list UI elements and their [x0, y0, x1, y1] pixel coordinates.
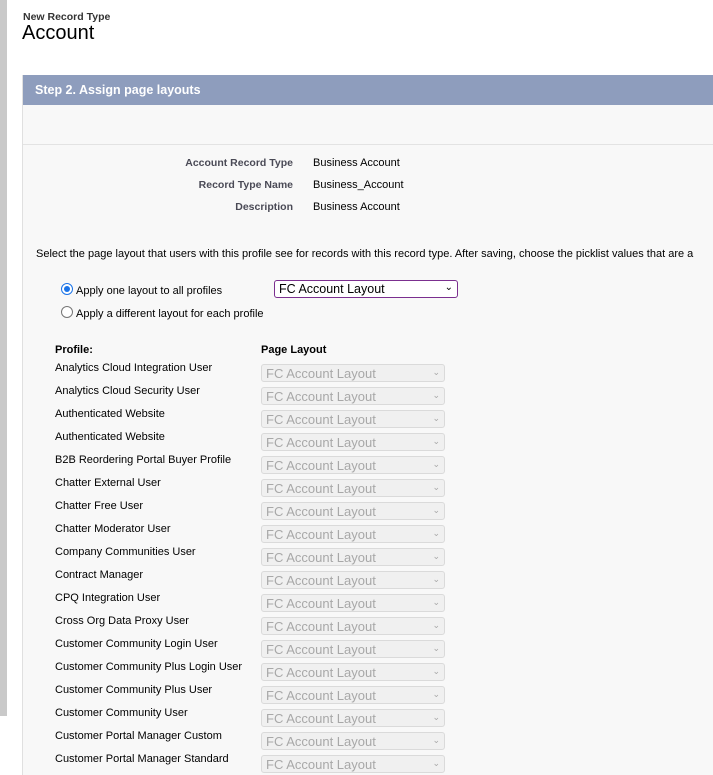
chevron-down-icon: ⌄: [444, 282, 453, 293]
info-label-record-type-name: Record Type Name: [198, 179, 293, 191]
profile-layout-select[interactable]: FC Account Layout ⌄: [261, 732, 445, 750]
chevron-down-icon: ⌄: [432, 643, 440, 653]
chevron-down-icon: ⌄: [432, 367, 440, 377]
chevron-down-icon: ⌄: [432, 689, 440, 699]
profile-name: Chatter Free User: [55, 500, 144, 512]
chevron-down-icon: ⌄: [432, 482, 440, 492]
profile-layout-value: FC Account Layout: [266, 527, 376, 542]
profile-layout-value: FC Account Layout: [266, 504, 376, 519]
chevron-down-icon: ⌄: [432, 758, 440, 768]
profile-layout-value: FC Account Layout: [266, 412, 376, 427]
profile-layout-value: FC Account Layout: [266, 619, 376, 634]
profile-name: Authenticated Website: [55, 408, 165, 420]
chevron-down-icon: ⌄: [432, 459, 440, 469]
step-panel: Step 2. Assign page layouts Account Reco…: [22, 75, 713, 775]
profile-layout-select[interactable]: FC Account Layout ⌄: [261, 548, 445, 566]
profile-layout-value: FC Account Layout: [266, 366, 376, 381]
profile-layout-select[interactable]: FC Account Layout ⌄: [261, 571, 445, 589]
profile-column-header: Profile:: [55, 344, 93, 356]
profile-name: Customer Community Plus User: [55, 684, 213, 696]
profile-name: B2B Reordering Portal Buyer Profile: [55, 454, 232, 466]
info-value-description: Business Account: [313, 201, 400, 213]
chevron-down-icon: ⌄: [432, 620, 440, 630]
profile-layout-select[interactable]: FC Account Layout ⌄: [261, 709, 445, 727]
profile-layout-value: FC Account Layout: [266, 596, 376, 611]
profile-layout-value: FC Account Layout: [266, 458, 376, 473]
radio-different-layout[interactable]: [61, 306, 73, 318]
divider: [23, 144, 713, 145]
info-value-record-type: Business Account: [313, 157, 400, 169]
profile-layout-value: FC Account Layout: [266, 757, 376, 772]
profile-name: Customer Community Login User: [55, 638, 218, 650]
instructions-text: Select the page layout that users with t…: [36, 248, 694, 260]
radio-one-layout-label[interactable]: Apply one layout to all profiles: [76, 285, 222, 297]
chevron-down-icon: ⌄: [432, 436, 440, 446]
profile-layout-select[interactable]: FC Account Layout ⌄: [261, 502, 445, 520]
chevron-down-icon: ⌄: [432, 390, 440, 400]
profile-name: Authenticated Website: [55, 431, 165, 443]
profile-layout-select[interactable]: FC Account Layout ⌄: [261, 433, 445, 451]
radio-one-layout[interactable]: [61, 283, 73, 295]
chevron-down-icon: ⌄: [432, 528, 440, 538]
profile-layout-select[interactable]: FC Account Layout ⌄: [261, 686, 445, 704]
profile-name: Customer Portal Manager Standard: [55, 753, 229, 765]
profile-layout-value: FC Account Layout: [266, 642, 376, 657]
profile-layout-value: FC Account Layout: [266, 711, 376, 726]
profile-layout-value: FC Account Layout: [266, 435, 376, 450]
all-profiles-layout-value: FC Account Layout: [279, 282, 385, 296]
profile-name: Customer Community User: [55, 707, 188, 719]
profile-layout-value: FC Account Layout: [266, 665, 376, 680]
chevron-down-icon: ⌄: [432, 551, 440, 561]
chevron-down-icon: ⌄: [432, 505, 440, 515]
profile-layout-value: FC Account Layout: [266, 389, 376, 404]
profile-layout-select[interactable]: FC Account Layout ⌄: [261, 364, 445, 382]
page-title: Account: [22, 22, 95, 44]
chevron-down-icon: ⌄: [432, 597, 440, 607]
step-header: Step 2. Assign page layouts: [23, 75, 713, 105]
profile-name: Chatter Moderator User: [55, 523, 171, 535]
profile-name: Customer Community Plus Login User: [55, 661, 243, 673]
left-scrollbar[interactable]: [0, 0, 7, 716]
profile-name: Customer Portal Manager Custom: [55, 730, 222, 742]
profile-name: CPQ Integration User: [55, 592, 161, 604]
info-label-record-type: Account Record Type: [185, 157, 293, 169]
chevron-down-icon: ⌄: [432, 712, 440, 722]
info-label-description: Description: [235, 201, 293, 213]
profile-layout-select[interactable]: FC Account Layout ⌄: [261, 663, 445, 681]
profile-layout-value: FC Account Layout: [266, 573, 376, 588]
profile-layout-select[interactable]: FC Account Layout ⌄: [261, 479, 445, 497]
chevron-down-icon: ⌄: [432, 574, 440, 584]
page-layout-column-header: Page Layout: [261, 344, 327, 356]
profile-name: Analytics Cloud Security User: [55, 385, 200, 397]
profile-name: Cross Org Data Proxy User: [55, 615, 189, 627]
profile-name: Company Communities User: [55, 546, 196, 558]
chevron-down-icon: ⌄: [432, 413, 440, 423]
chevron-down-icon: ⌄: [432, 666, 440, 676]
step-title: Step 2. Assign page layouts: [35, 83, 201, 97]
radio-different-layout-label[interactable]: Apply a different layout for each profil…: [76, 308, 264, 320]
profile-layout-value: FC Account Layout: [266, 550, 376, 565]
info-value-record-type-name: Business_Account: [313, 179, 404, 191]
profile-layout-select[interactable]: FC Account Layout ⌄: [261, 525, 445, 543]
profile-layout-value: FC Account Layout: [266, 481, 376, 496]
all-profiles-layout-select[interactable]: FC Account Layout ⌄: [274, 280, 458, 298]
profile-name: Chatter External User: [55, 477, 161, 489]
profile-layout-select[interactable]: FC Account Layout ⌄: [261, 617, 445, 635]
profile-layout-value: FC Account Layout: [266, 688, 376, 703]
profile-layout-select[interactable]: FC Account Layout ⌄: [261, 387, 445, 405]
profile-layout-select[interactable]: FC Account Layout ⌄: [261, 640, 445, 658]
chevron-down-icon: ⌄: [432, 735, 440, 745]
profile-layout-value: FC Account Layout: [266, 734, 376, 749]
profile-layout-select[interactable]: FC Account Layout ⌄: [261, 456, 445, 474]
profile-layout-select[interactable]: FC Account Layout ⌄: [261, 594, 445, 612]
profile-name: Analytics Cloud Integration User: [55, 362, 213, 374]
profile-name: Contract Manager: [55, 569, 144, 581]
profile-layout-select[interactable]: FC Account Layout ⌄: [261, 410, 445, 428]
